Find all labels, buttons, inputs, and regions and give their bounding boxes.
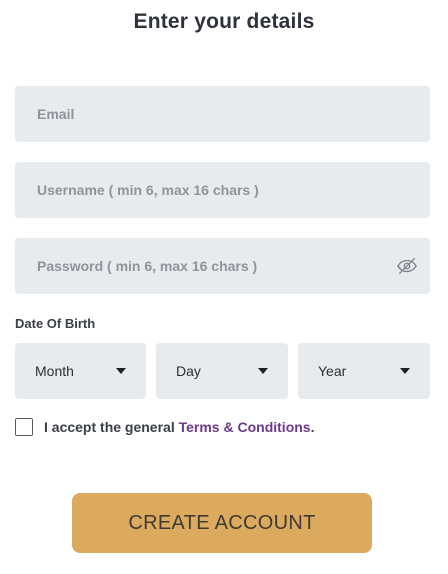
chevron-down-icon	[116, 368, 126, 374]
terms-suffix: .	[310, 419, 315, 435]
username-field-container[interactable]	[15, 162, 430, 218]
terms-link[interactable]: Terms & Conditions	[179, 419, 311, 435]
email-field[interactable]	[35, 105, 410, 123]
create-account-button[interactable]: CREATE ACCOUNT	[72, 493, 372, 553]
username-field[interactable]	[35, 181, 410, 199]
date-of-birth-label: Date Of Birth	[15, 316, 96, 331]
year-select-value: Year	[318, 363, 347, 379]
chevron-down-icon	[400, 368, 410, 374]
day-select[interactable]: Day	[156, 343, 288, 399]
password-field-container[interactable]	[15, 238, 430, 294]
year-select[interactable]: Year	[298, 343, 430, 399]
terms-row: I accept the general Terms & Conditions …	[15, 418, 314, 436]
chevron-down-icon	[258, 368, 268, 374]
eye-slash-icon[interactable]	[396, 255, 418, 277]
terms-checkbox[interactable]	[15, 418, 33, 436]
terms-text: I accept the general	[44, 419, 179, 435]
password-field[interactable]	[35, 257, 410, 275]
day-select-value: Day	[176, 363, 201, 379]
month-select[interactable]: Month	[15, 343, 146, 399]
month-select-value: Month	[35, 363, 74, 379]
page-title: Enter your details	[133, 10, 315, 33]
email-field-container[interactable]	[15, 86, 430, 142]
